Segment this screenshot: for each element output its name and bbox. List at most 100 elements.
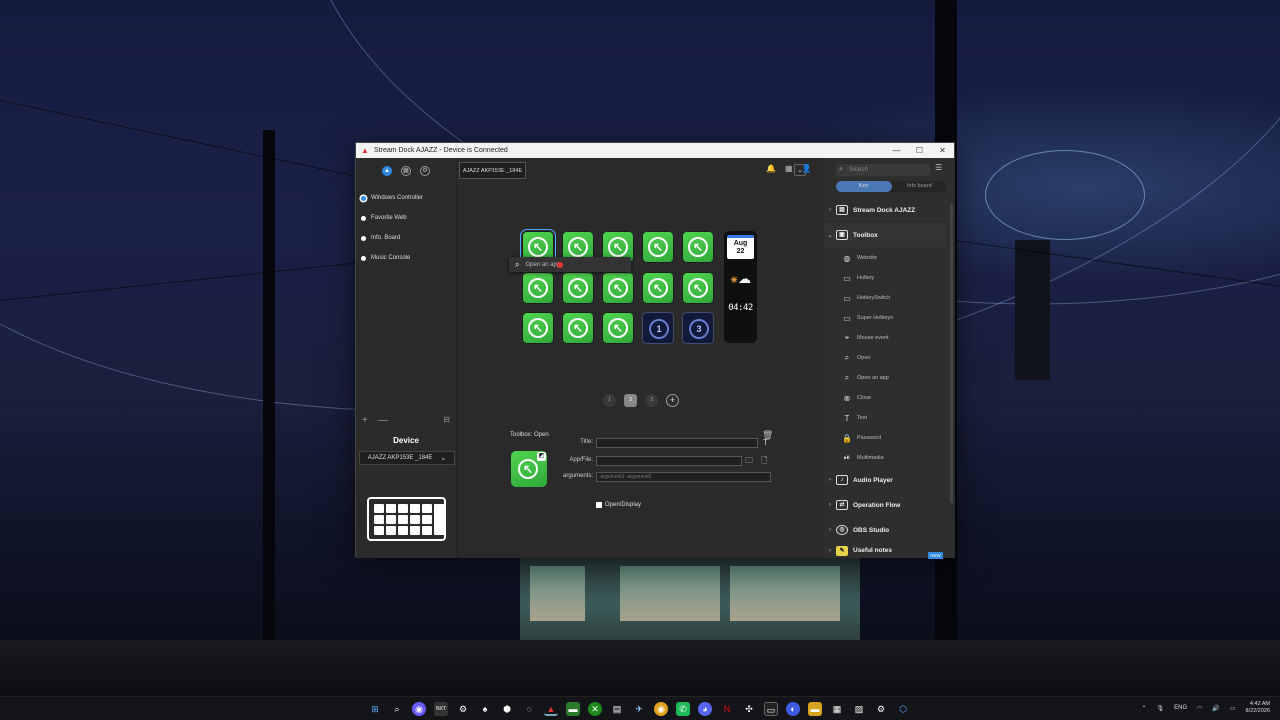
action-hotkey[interactable]: ▭ Hotkey — [824, 268, 947, 288]
photos-icon[interactable]: ▨ — [852, 702, 866, 716]
action-open[interactable]: ⌕ Open — [824, 348, 947, 368]
profile-info-board[interactable]: Info. Board — [356, 228, 456, 248]
apps-icon[interactable]: ▦ — [785, 164, 793, 173]
wifi-icon[interactable]: ◠ — [1197, 705, 1202, 712]
text-style-icon[interactable]: T — [763, 438, 768, 447]
volume-icon[interactable]: 🔊 — [1212, 705, 1219, 712]
arguments-input[interactable]: -argument1 -argument2 — [596, 472, 771, 482]
category-toolbox[interactable]: ⌄ ▣ Toolbox — [824, 223, 947, 247]
category-operation-flow[interactable]: › ⇄ Operation Flow — [824, 493, 947, 517]
action-close[interactable]: ⊗ Close — [824, 388, 947, 408]
app-icon[interactable]: ✣ — [742, 702, 756, 716]
key-4[interactable]: ↖ — [642, 231, 674, 263]
lock-icon: 🔒 — [842, 433, 852, 443]
export-icon[interactable]: ⊟ — [443, 415, 450, 426]
user-icon[interactable]: 👤 — [802, 164, 812, 173]
device-dropdown[interactable]: AJAZZ AKP153E _184E ⌄ — [359, 451, 455, 465]
start-icon[interactable]: ⊞ — [368, 702, 382, 716]
action-mouse-event[interactable]: ⌖ Mouse event — [824, 328, 947, 348]
search-icon[interactable]: ⌕ — [390, 702, 404, 716]
remove-profile-button[interactable]: — — [378, 415, 388, 426]
app-icon[interactable]: ◐ — [786, 702, 800, 716]
settings-icon[interactable]: ⚙ — [874, 702, 888, 716]
language-indicator[interactable]: ENG — [1174, 705, 1187, 711]
add-profile-button[interactable]: + — [362, 415, 368, 426]
page-3-button[interactable]: 3 — [645, 394, 658, 407]
key-15[interactable]: 3 — [682, 312, 714, 344]
scrollbar[interactable] — [950, 203, 953, 503]
stream-dock-icon[interactable]: ▲ — [544, 702, 558, 716]
logo-icon[interactable]: ▲ — [382, 166, 392, 176]
profile-windows-controller[interactable]: Windows Controller — [356, 188, 456, 208]
settings-icon[interactable]: ⚙ — [456, 702, 470, 716]
title-input[interactable] — [596, 438, 758, 448]
category-obs-studio[interactable]: › ◎ OBS Studio — [824, 518, 947, 542]
obs-icon: ◎ — [836, 525, 848, 535]
action-password[interactable]: 🔒 Password — [824, 428, 947, 448]
clock[interactable]: 4:42 AM 8/22/2026 — [1246, 701, 1270, 715]
page-2-button[interactable]: 2 — [624, 394, 637, 407]
action-website[interactable]: ◍ Website — [824, 248, 947, 268]
action-open-an-app[interactable]: ⌕ Open an app — [824, 368, 947, 388]
profile-music-console[interactable]: Music Console — [356, 248, 456, 268]
app-icon[interactable]: ♠ — [478, 702, 492, 716]
key-6[interactable]: ↖ — [522, 272, 554, 304]
app-icon[interactable]: ▤ — [610, 702, 624, 716]
chrome-icon[interactable]: ◉ — [654, 702, 668, 716]
app-icon[interactable]: ▬ — [566, 702, 580, 716]
battery-icon[interactable]: ▭ — [1230, 705, 1236, 712]
key-14[interactable]: 1 — [642, 312, 674, 344]
app-icon[interactable]: ✈ — [632, 702, 646, 716]
store-icon[interactable]: ▦ — [830, 702, 844, 716]
key-7[interactable]: ↖ — [562, 272, 594, 304]
info-key-strip[interactable]: Aug 22 ☀☁ 04:42 — [724, 231, 757, 343]
microphone-icon[interactable]: 🎙 — [1156, 705, 1164, 712]
whatsapp-icon[interactable]: ✆ — [676, 702, 690, 716]
minimize-button[interactable]: — — [885, 146, 908, 155]
close-button[interactable]: ✕ — [931, 146, 954, 155]
tab-info-board[interactable]: Info board — [892, 181, 948, 192]
maximize-button[interactable]: ☐ — [908, 146, 931, 155]
settings-icon[interactable]: ⚙ — [420, 166, 430, 176]
key-10[interactable]: ↖ — [682, 272, 714, 304]
keyboard-super-icon: ▭ — [843, 313, 851, 323]
action-hotkeyswitch[interactable]: ▭ HotkeySwitch — [824, 288, 947, 308]
app-file-input[interactable] — [596, 456, 742, 466]
page-1-button[interactable]: 1 — [603, 394, 616, 407]
key-12[interactable]: ↖ — [562, 312, 594, 344]
file-icon[interactable]: 🗋 — [761, 455, 767, 469]
action-super-hotkeys[interactable]: ▭ Super Hotkeys — [824, 308, 947, 328]
app-icon[interactable]: ⬡ — [896, 702, 910, 716]
discord-icon[interactable]: ◕ — [698, 702, 712, 716]
search-input[interactable]: Search — [836, 164, 930, 176]
key-11[interactable]: ↖ — [522, 312, 554, 344]
list-view-icon[interactable]: ☰ — [935, 163, 942, 172]
category-stream-dock-ajazz[interactable]: › ▤ Stream Dock AJAZZ — [824, 198, 947, 222]
key-9[interactable]: ↖ — [642, 272, 674, 304]
key-8[interactable]: ↖ — [602, 272, 634, 304]
device-tab[interactable]: AJAZZ AKP153E _184E — [459, 162, 526, 179]
bell-icon[interactable]: 🔔 — [766, 164, 776, 173]
flow-icon: ⇄ — [836, 500, 848, 510]
terminal-icon[interactable]: ▭ — [764, 702, 778, 716]
xbox-icon[interactable]: ✕ — [588, 702, 602, 716]
action-multimedia[interactable]: ⏯ Multimedia — [824, 448, 947, 468]
folder-icon[interactable]: ▬ — [808, 702, 822, 716]
key-preview[interactable]: ↖ ◩ — [511, 451, 547, 487]
chevron-up-icon[interactable]: ⌃ — [1141, 705, 1146, 712]
action-text[interactable]: T Text — [824, 408, 947, 428]
app-icon[interactable]: ◌ — [522, 702, 536, 716]
add-page-button[interactable]: + — [666, 394, 679, 407]
store-icon[interactable]: ▦ — [401, 166, 411, 176]
category-audio-player[interactable]: › ♪ Audio Player — [824, 468, 947, 492]
key-13[interactable]: ↖ — [602, 312, 634, 344]
app-icon[interactable]: ⬢ — [500, 702, 514, 716]
profile-favorite-web[interactable]: Favorite Web — [356, 208, 456, 228]
tab-key[interactable]: Key — [836, 181, 892, 192]
netflix-icon[interactable]: N — [720, 702, 734, 716]
key-5[interactable]: ↖ — [682, 231, 714, 263]
folder-icon[interactable]: 🗀 — [745, 455, 753, 469]
app-icon[interactable]: NXT — [434, 702, 448, 716]
open-display-checkbox[interactable]: Open/Display — [596, 502, 641, 508]
app-icon[interactable]: ◉ — [412, 702, 426, 716]
